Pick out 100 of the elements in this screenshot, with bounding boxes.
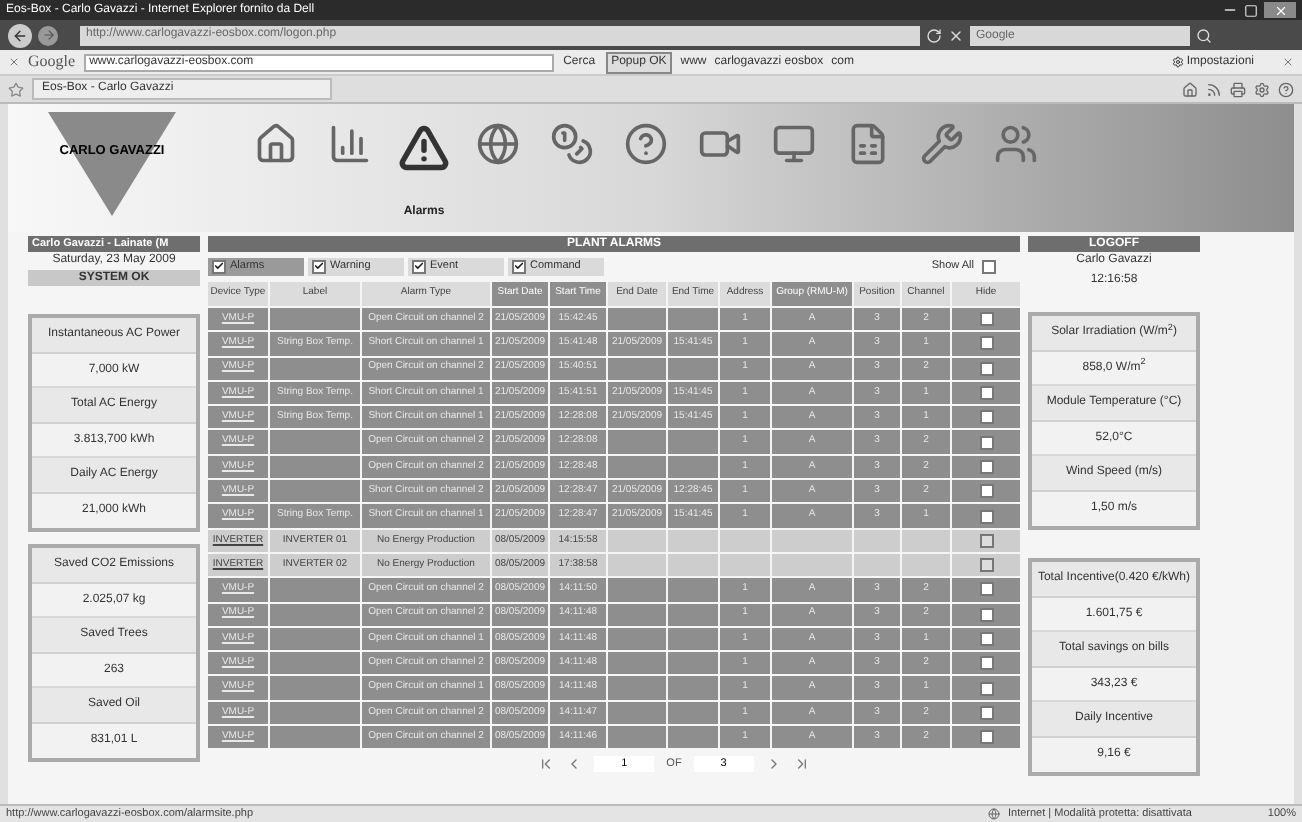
filter-checkbox[interactable] [312,259,326,273]
hide-checkbox[interactable] [979,410,993,425]
table-cell [608,357,666,380]
wrench-icon[interactable] [920,122,964,166]
hide-checkbox[interactable] [979,435,993,450]
table-cell [668,430,718,454]
filter-checkbox[interactable] [412,259,426,273]
spreadsheet-icon[interactable] [846,122,890,166]
filter-checkbox[interactable] [512,259,526,273]
hide-checkbox[interactable] [979,632,993,646]
table-cell [668,627,718,651]
users-icon[interactable] [994,122,1038,166]
table-cell [270,357,360,380]
hide-checkbox[interactable] [979,681,993,696]
triangle-logo-icon [48,112,176,216]
table-cell [608,701,666,725]
table-cell [772,529,852,552]
hide-checkbox[interactable] [979,459,993,474]
close-button[interactable] [1264,2,1296,18]
forward-button[interactable] [38,25,58,45]
search-icon[interactable] [1196,27,1212,43]
table-cell [668,603,718,626]
back-button[interactable] [8,23,32,47]
forward-arrow-icon [41,28,55,42]
table-cell [270,701,360,725]
show-all-checkbox[interactable] [982,259,996,273]
first-page-icon[interactable] [538,756,555,773]
warning-icon[interactable] [398,122,450,174]
stop-icon[interactable] [948,27,964,43]
check-icon [214,260,224,272]
table-cell [668,676,718,700]
hide-checkbox[interactable] [979,582,993,597]
filter-checkbox[interactable] [212,259,226,273]
table-cell [608,652,666,675]
table-cell [270,603,360,626]
close-icon[interactable] [8,56,20,68]
feed-icon[interactable] [1206,81,1222,97]
hide-checkbox[interactable] [979,533,993,548]
hide-checkbox[interactable] [979,558,993,573]
table-cell [720,529,770,552]
table-cell [608,553,666,577]
table-cell [608,627,666,651]
maximize-icon[interactable] [1244,3,1258,17]
table-cell [668,357,718,380]
toolbar-logo: Google [28,50,76,74]
bar-chart-icon[interactable] [328,122,372,166]
table-cell [608,603,666,626]
globe-icon [987,808,1000,820]
table-cell [668,652,718,675]
table-cell [608,726,666,749]
table-cell [772,553,852,577]
table-cell [608,455,666,479]
print-icon[interactable] [1230,81,1246,97]
hide-checkbox[interactable] [979,336,993,351]
table-cell [668,455,718,479]
gear-icon [1172,56,1185,68]
table-cell [270,652,360,675]
table-cell [608,529,666,552]
last-page-icon[interactable] [793,756,810,773]
hide-checkbox[interactable] [979,484,993,499]
check-icon [314,260,324,272]
table-cell [608,430,666,454]
home-icon[interactable] [1182,81,1198,97]
table-cell [270,430,360,454]
table-cell [668,578,718,602]
table-cell [668,726,718,749]
refresh-icon[interactable] [926,27,942,43]
table-cell [854,529,900,552]
check-icon [414,260,424,272]
hide-checkbox[interactable] [979,656,993,671]
close-icon[interactable] [1282,56,1294,68]
table-cell [270,627,360,651]
settings-icon[interactable] [1254,81,1270,97]
help-icon[interactable] [1278,81,1294,97]
table-cell [270,676,360,700]
table-cell [608,676,666,700]
table-cell [608,578,666,602]
hide-checkbox[interactable] [979,730,993,745]
house-icon[interactable] [254,122,298,166]
back-arrow-icon [12,27,28,43]
hide-checkbox[interactable] [979,705,993,720]
help-icon[interactable] [624,122,668,166]
hide-checkbox[interactable] [979,312,993,327]
coins-icon[interactable] [550,122,594,166]
table-cell [270,480,360,503]
favorites-icon[interactable] [8,81,24,97]
table-cell [608,308,666,331]
table-cell [668,529,718,552]
table-cell [270,308,360,331]
table-cell [270,726,360,749]
globe-icon[interactable] [476,122,520,166]
hide-checkbox[interactable] [979,509,993,524]
check-icon [514,260,524,272]
monitor-icon[interactable] [772,122,816,166]
table-cell [668,553,718,577]
hide-checkbox[interactable] [979,386,993,401]
hide-checkbox[interactable] [979,607,993,622]
table-cell [854,553,900,577]
hide-checkbox[interactable] [979,361,993,376]
table-cell [270,578,360,602]
